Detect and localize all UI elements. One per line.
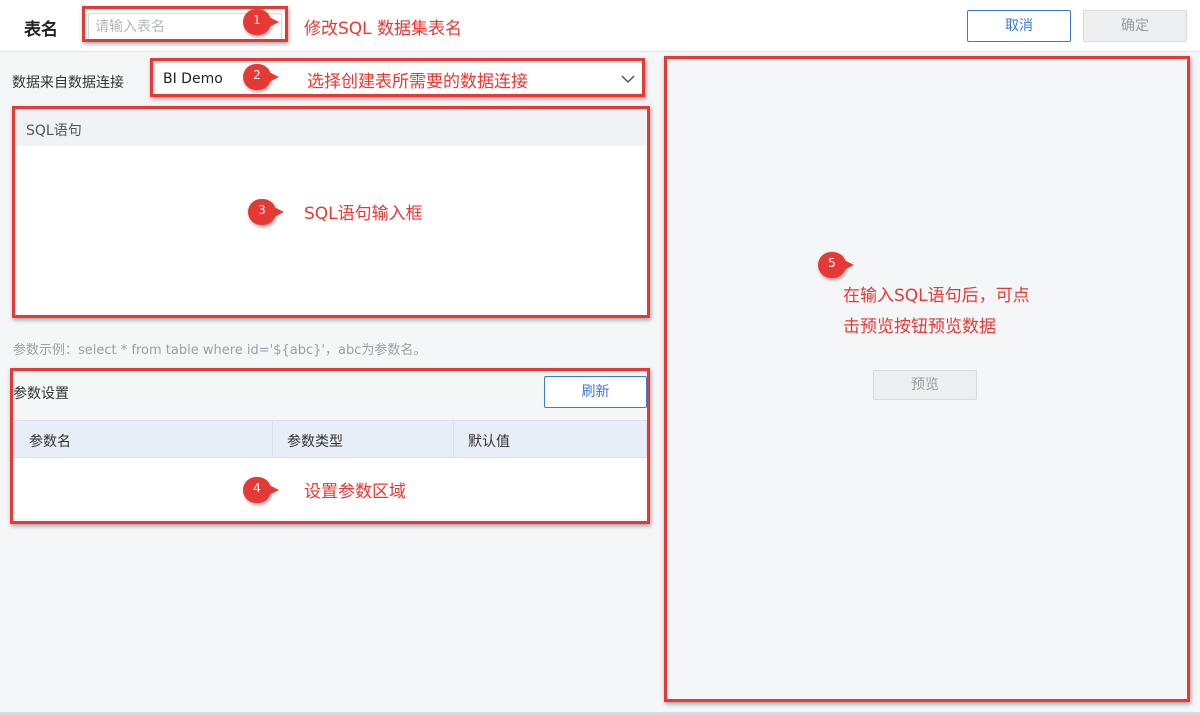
refresh-button[interactable]: 刷新	[544, 376, 647, 408]
data-source-label: 数据来自数据连接	[12, 75, 124, 91]
annotation-marker-1: 1	[243, 9, 281, 35]
annotation-marker-4: 4	[243, 477, 281, 503]
preview-button[interactable]: 预览	[873, 370, 977, 400]
column-header-default-value[interactable]: 默认值	[454, 421, 646, 457]
cancel-button[interactable]: 取消	[967, 10, 1071, 42]
param-table: 参数名 参数类型 默认值	[14, 420, 647, 518]
annotation-text-5-line1: 在输入SQL语句后，可点	[843, 286, 1030, 306]
column-header-param-name[interactable]: 参数名	[15, 421, 273, 457]
annotation-marker-2: 2	[243, 64, 281, 90]
param-table-header: 参数名 参数类型 默认值	[14, 420, 647, 458]
param-example-hint: 参数示例：select * from table where id='${abc…	[13, 343, 427, 358]
annotation-text-1: 修改SQL 数据集表名	[304, 19, 463, 39]
confirm-button[interactable]: 确定	[1083, 10, 1187, 42]
annotation-text-4: 设置参数区域	[304, 482, 406, 502]
annotation-text-2: 选择创建表所需要的数据连接	[307, 72, 528, 92]
param-settings-title: 参数设置	[13, 386, 69, 402]
annotation-marker-5: 5	[818, 252, 856, 278]
data-source-value: BI Demo	[163, 71, 223, 87]
annotation-text-3: SQL语句输入框	[304, 204, 423, 224]
sql-header: SQL语句	[16, 110, 646, 146]
table-name-label: 表名	[24, 20, 58, 40]
top-bar: 表名 取消 确定	[0, 0, 1200, 52]
sql-input[interactable]	[16, 146, 646, 314]
column-header-param-type[interactable]: 参数类型	[273, 421, 454, 457]
annotation-marker-3: 3	[248, 199, 286, 225]
annotation-text-5-line2: 击预览按钮预览数据	[843, 317, 996, 337]
chevron-down-icon	[621, 75, 635, 84]
